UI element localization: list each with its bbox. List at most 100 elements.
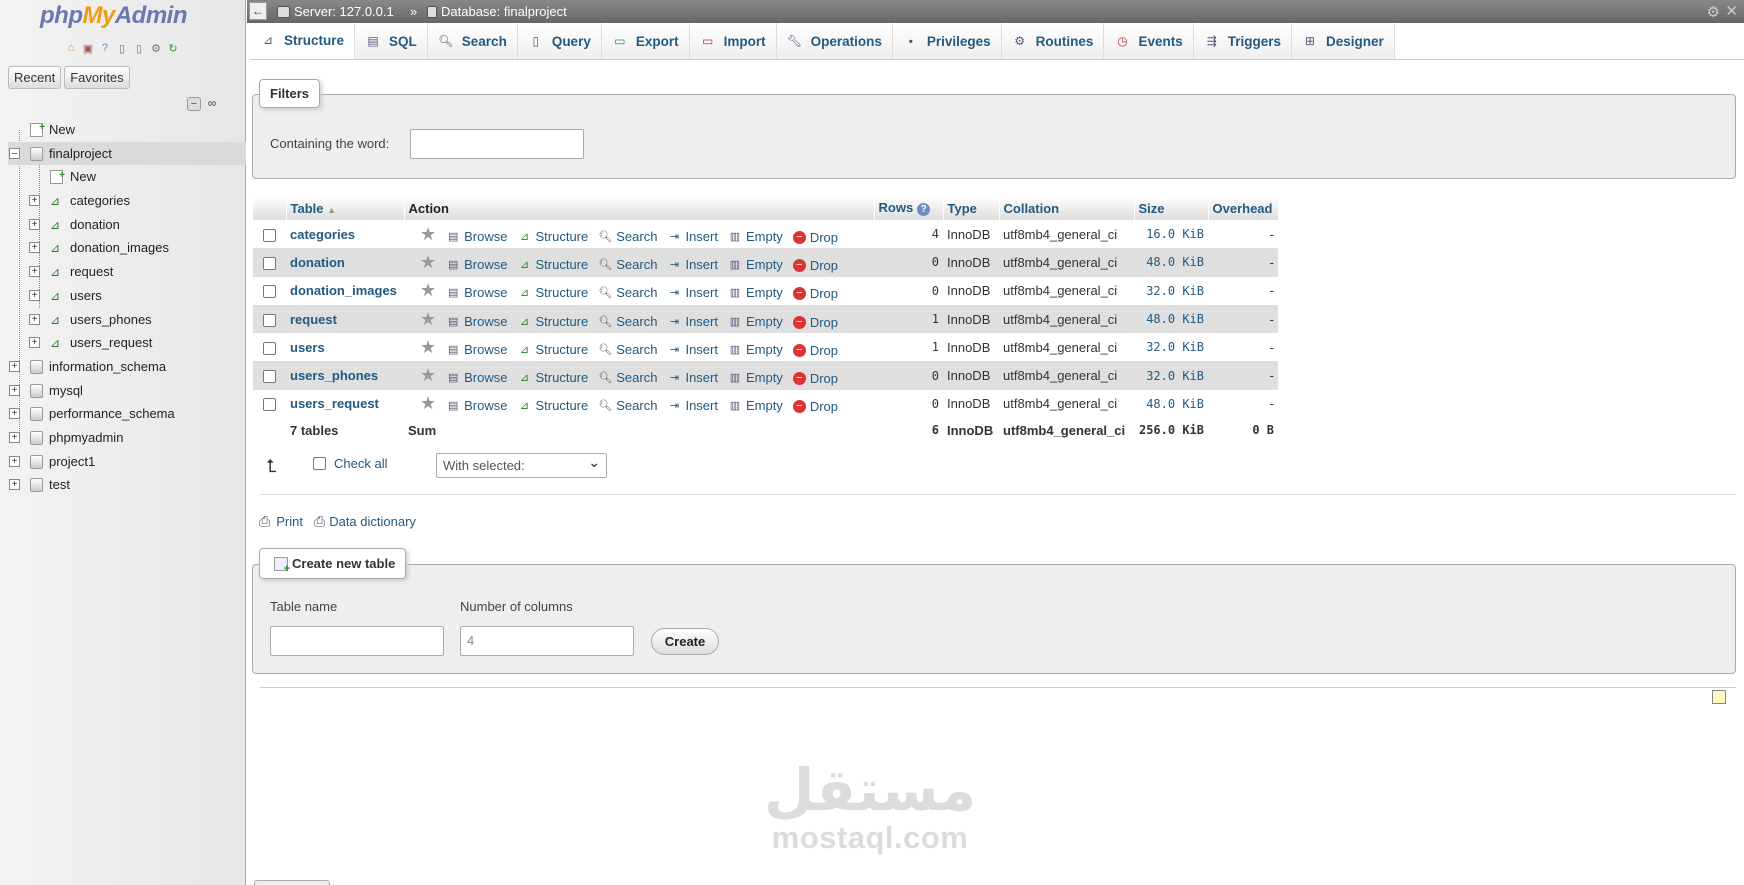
collapse-nav-icon[interactable]: ← <box>249 2 267 20</box>
table-name-link[interactable]: users <box>290 340 325 355</box>
expand-icon[interactable]: + <box>29 266 40 278</box>
tree-item-performance-schema[interactable]: + performance_schema <box>8 402 246 426</box>
tab-privileges[interactable]: ▪ Privileges <box>892 23 1002 59</box>
settings-gear-icon[interactable]: ⚙ <box>1707 3 1720 21</box>
phpmyadmin-logo[interactable]: phpMyAdmin <box>40 2 188 30</box>
breadcrumb-database[interactable]: Database: finalproject <box>427 4 567 19</box>
browse-action[interactable]: ▤ Browse <box>446 314 508 329</box>
favorite-star-icon[interactable]: ★ <box>420 393 436 413</box>
insert-action[interactable]: ⇥ Insert <box>667 229 718 244</box>
tab-designer[interactable]: ⊞ Designer <box>1292 23 1395 59</box>
insert-action[interactable]: ⇥ Insert <box>667 370 718 385</box>
tree-item-phpmyadmin[interactable]: + phpmyadmin <box>8 426 246 450</box>
expand-icon[interactable]: + <box>29 289 40 301</box>
table-name-link[interactable]: users_request <box>290 396 379 411</box>
tree-item-donation-images[interactable]: + ⊿ donation_images <box>8 236 246 260</box>
data-dictionary-link[interactable]: ⎙ Data dictionary <box>314 513 416 530</box>
expand-icon[interactable]: + <box>29 242 40 254</box>
favorite-star-icon[interactable]: ★ <box>420 309 436 329</box>
tree-item-donation[interactable]: + ⊿ donation <box>8 213 246 237</box>
size-cell[interactable]: 32.0 KiB <box>1134 333 1208 362</box>
type-column-header[interactable]: Type <box>943 196 1000 220</box>
browse-action[interactable]: ▤ Browse <box>446 285 508 300</box>
tab-sql[interactable]: ▤ SQL <box>355 23 428 59</box>
drop-action[interactable]: − Drop <box>792 286 838 301</box>
docs-icon[interactable]: ▯ <box>115 41 129 55</box>
empty-action[interactable]: ▥ Empty <box>728 257 783 272</box>
drop-action[interactable]: − Drop <box>792 371 838 386</box>
table-name-input[interactable] <box>270 626 444 656</box>
tab-import[interactable]: ▭ Import <box>689 23 777 59</box>
expand-icon[interactable]: + <box>9 408 20 420</box>
drop-action[interactable]: − Drop <box>792 343 838 358</box>
reload-icon[interactable]: ↻ <box>166 41 180 55</box>
with-selected-dropdown[interactable]: With selected: <box>436 453 607 478</box>
table-column-header[interactable]: Table ▲ <box>286 196 405 220</box>
insert-action[interactable]: ⇥ Insert <box>667 342 718 357</box>
favorites-button[interactable]: Favorites <box>64 66 130 89</box>
row-checkbox[interactable] <box>263 370 276 384</box>
check-all[interactable]: Check all <box>313 456 387 471</box>
tree-item-information-schema[interactable]: + information_schema <box>8 355 246 379</box>
structure-action[interactable]: ⊿ Structure <box>518 257 588 272</box>
help-icon[interactable]: ? <box>98 41 112 55</box>
row-checkbox[interactable] <box>263 285 276 299</box>
size-cell[interactable]: 32.0 KiB <box>1134 276 1208 305</box>
structure-action[interactable]: ⊿ Structure <box>518 285 588 300</box>
tree-item-users[interactable]: + ⊿ users <box>8 284 246 308</box>
drop-action[interactable]: − Drop <box>792 258 838 273</box>
filter-input[interactable] <box>410 129 584 159</box>
close-icon[interactable]: ✕ <box>1725 2 1738 20</box>
expand-icon[interactable]: + <box>9 384 20 396</box>
expand-icon[interactable]: + <box>9 479 20 491</box>
table-name-link[interactable]: request <box>290 312 337 327</box>
insert-action[interactable]: ⇥ Insert <box>667 314 718 329</box>
collapse-all-icon[interactable]: – <box>187 97 201 111</box>
check-all-checkbox[interactable] <box>313 457 326 470</box>
insert-action[interactable]: ⇥ Insert <box>667 398 718 413</box>
drop-action[interactable]: − Drop <box>792 230 838 245</box>
empty-action[interactable]: ▥ Empty <box>728 229 783 244</box>
console-icon[interactable] <box>1712 690 1726 704</box>
size-cell[interactable]: 32.0 KiB <box>1134 361 1208 390</box>
tree-item-users-phones[interactable]: + ⊿ users_phones <box>8 308 246 332</box>
favorite-star-icon[interactable]: ★ <box>420 365 436 385</box>
docs2-icon[interactable]: ▯ <box>132 41 146 55</box>
overhead-column-header[interactable]: Overhead <box>1208 196 1279 220</box>
tab-structure[interactable]: ⊿ Structure <box>250 23 356 59</box>
row-checkbox[interactable] <box>263 313 276 327</box>
row-checkbox[interactable] <box>263 341 276 355</box>
rows-column-header[interactable]: Rows? <box>874 196 944 220</box>
tree-item-finalproject[interactable]: – finalproject <box>8 141 246 166</box>
tree-item-request[interactable]: + ⊿ request <box>8 260 246 284</box>
search-action[interactable]: 🔍︎ Search <box>598 370 657 385</box>
tab-search[interactable]: 🔍︎ Search <box>427 23 518 59</box>
size-cell[interactable]: 48.0 KiB <box>1134 304 1208 334</box>
breadcrumb-server[interactable]: Server: 127.0.0.1 <box>277 4 394 19</box>
search-action[interactable]: 🔍︎ Search <box>598 342 657 357</box>
empty-action[interactable]: ▥ Empty <box>728 398 783 413</box>
insert-action[interactable]: ⇥ Insert <box>667 285 718 300</box>
tab-operations[interactable]: 🔧︎ Operations <box>776 23 893 59</box>
empty-action[interactable]: ▥ Empty <box>728 314 783 329</box>
tree-item-mysql[interactable]: + mysql <box>8 379 246 403</box>
drop-action[interactable]: − Drop <box>792 399 838 414</box>
structure-action[interactable]: ⊿ Structure <box>518 229 588 244</box>
expand-icon[interactable]: + <box>29 218 40 230</box>
favorite-star-icon[interactable]: ★ <box>420 252 436 272</box>
tree-item-categories[interactable]: + ⊿ categories <box>8 189 246 213</box>
browse-action[interactable]: ▤ Browse <box>446 342 508 357</box>
expand-icon[interactable]: + <box>9 431 20 443</box>
logout-icon[interactable]: ▣ <box>81 41 95 55</box>
collation-column-header[interactable]: Collation <box>999 196 1135 220</box>
browse-action[interactable]: ▤ Browse <box>446 229 508 244</box>
expand-icon[interactable]: + <box>9 360 20 372</box>
collapse-icon[interactable]: – <box>9 147 20 159</box>
drop-action[interactable]: − Drop <box>792 315 838 330</box>
structure-action[interactable]: ⊿ Structure <box>518 370 588 385</box>
table-name-link[interactable]: donation_images <box>290 283 397 298</box>
favorite-star-icon[interactable]: ★ <box>420 224 436 244</box>
insert-action[interactable]: ⇥ Insert <box>667 257 718 272</box>
row-checkbox[interactable] <box>263 398 276 412</box>
structure-action[interactable]: ⊿ Structure <box>518 314 588 329</box>
